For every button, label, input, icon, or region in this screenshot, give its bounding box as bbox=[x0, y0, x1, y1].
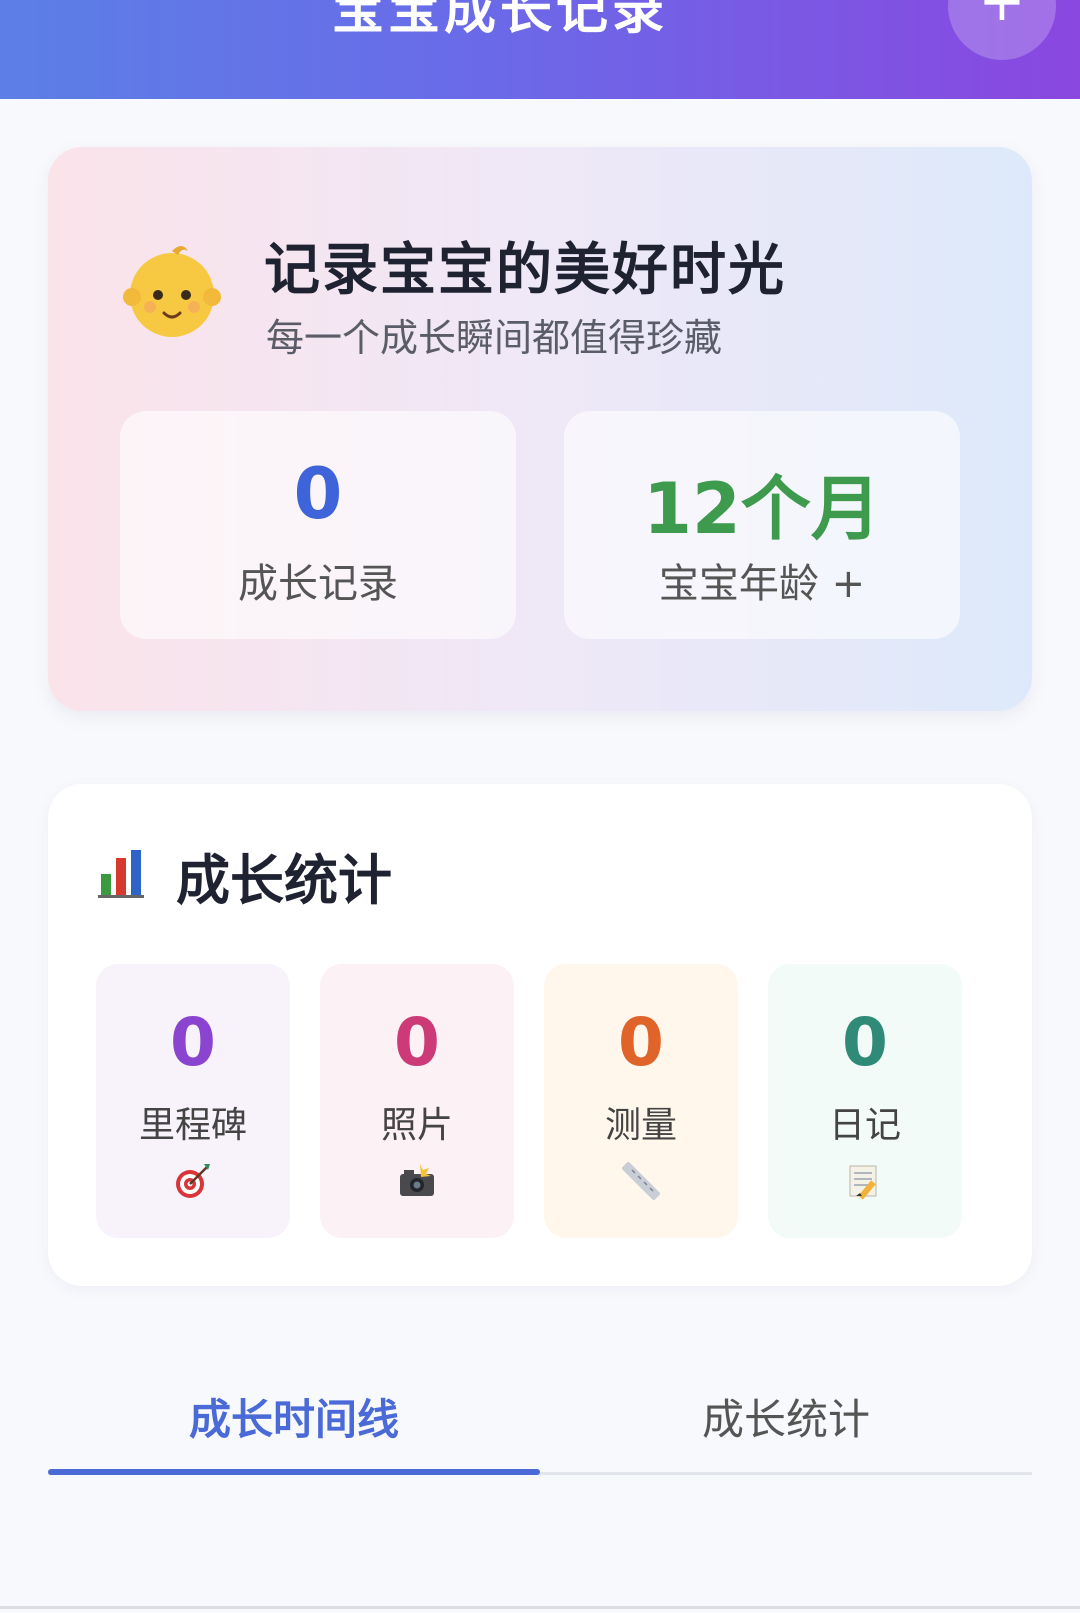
baby-age-box[interactable]: 12个月 宝宝年龄 + bbox=[564, 411, 960, 639]
measurements-label: 测量 bbox=[604, 1105, 677, 1146]
baby-age-value: 12个月 bbox=[643, 468, 881, 550]
target-icon bbox=[176, 1164, 210, 1198]
records-count: 0 bbox=[293, 453, 343, 535]
ruler-icon bbox=[622, 1162, 660, 1200]
milestones-count: 0 bbox=[170, 1004, 216, 1081]
photos-label: 照片 bbox=[380, 1105, 453, 1146]
growth-stats-title: 成长统计 bbox=[176, 849, 392, 912]
add-record-button[interactable]: + bbox=[948, 0, 1056, 60]
growth-stats-card: 成长统计 0 里程碑 0 照片 0 测量 0 日记 bbox=[48, 784, 1032, 1286]
memo-icon bbox=[849, 1165, 877, 1200]
baby-age-label: 宝宝年龄 + bbox=[658, 561, 866, 607]
milestones-label: 里程碑 bbox=[138, 1105, 247, 1146]
hero-subtitle: 每一个成长瞬间都值得珍藏 bbox=[266, 316, 723, 360]
baby-face-icon bbox=[123, 246, 221, 337]
diary-count: 0 bbox=[842, 1004, 888, 1081]
tab-growth-stats[interactable]: 成长统计 bbox=[540, 1386, 1032, 1447]
diary-tile[interactable]: 0 日记 bbox=[768, 964, 962, 1238]
tab-growth-timeline[interactable]: 成长时间线 bbox=[48, 1386, 540, 1447]
measurements-tile[interactable]: 0 测量 bbox=[544, 964, 738, 1238]
active-tab-indicator bbox=[48, 1469, 540, 1475]
diary-label: 日记 bbox=[828, 1105, 901, 1146]
measurements-count: 0 bbox=[618, 1004, 664, 1081]
hero-title: 记录宝宝的美好时光 bbox=[264, 238, 786, 303]
tab-bar: 成长时间线 成长统计 bbox=[48, 1358, 1032, 1478]
page-title: 宝宝成长记录 bbox=[331, 0, 668, 41]
hero-card: 记录宝宝的美好时光 每一个成长瞬间都值得珍藏 0 成长记录 12个月 宝宝年龄 … bbox=[48, 147, 1032, 711]
camera-icon bbox=[400, 1164, 434, 1196]
records-count-box[interactable]: 0 成长记录 bbox=[120, 411, 516, 639]
photos-count: 0 bbox=[394, 1004, 440, 1081]
app-header: 宝宝成长记录 + bbox=[0, 0, 1080, 99]
bar-chart-icon bbox=[98, 846, 144, 898]
bottom-divider bbox=[0, 1606, 1080, 1609]
milestones-tile[interactable]: 0 里程碑 bbox=[96, 964, 290, 1238]
records-count-label: 成长记录 bbox=[238, 561, 398, 607]
photos-tile[interactable]: 0 照片 bbox=[320, 964, 514, 1238]
